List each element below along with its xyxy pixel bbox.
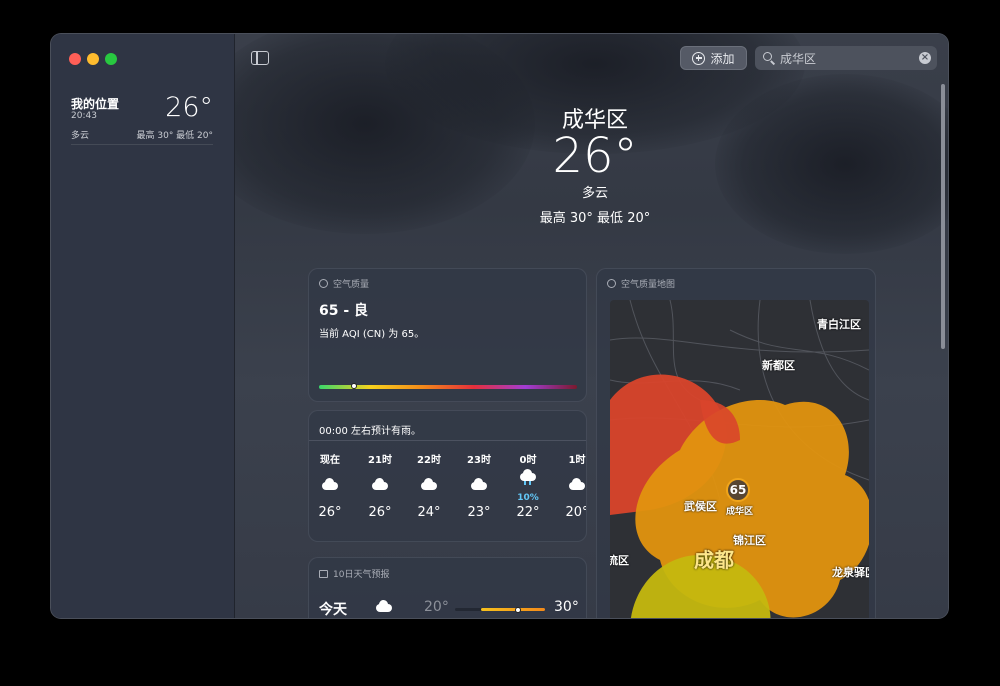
cloud-icon xyxy=(376,600,392,612)
rain-moon-icon xyxy=(520,469,536,481)
hour-item: 23时 23° xyxy=(459,451,499,520)
hour-label: 23时 xyxy=(467,455,491,466)
hour-label: 21时 xyxy=(368,455,392,466)
hour-label: 1时 xyxy=(568,455,586,466)
main-content: 添加 成华区 × 成华区 26° 多云 最高 30° 最低 20° 空气质量 6… xyxy=(235,34,948,618)
map-icon xyxy=(607,279,616,288)
current-condition: 多云 xyxy=(581,186,608,201)
cloud-icon xyxy=(322,478,338,490)
map-label-chengdu: 成都 xyxy=(694,548,734,572)
sidebar: 我的位置 20:43 26° 多云 最高 30° 最低 20° xyxy=(51,34,235,618)
hour-label: 22时 xyxy=(417,455,441,466)
cloud-icon xyxy=(421,478,437,490)
aqi-map-pin[interactable]: 65 xyxy=(726,478,750,502)
hour-item: 1时 20° xyxy=(557,451,587,520)
aqi-value: 65 - 良 xyxy=(319,303,369,319)
add-button[interactable]: 添加 xyxy=(680,46,747,70)
search-icon xyxy=(763,52,772,61)
rain-probability: 10% xyxy=(517,493,539,503)
hourly-note: 00:00 左右预计有雨。 xyxy=(319,426,421,437)
temperature-range-fill xyxy=(481,608,545,611)
map-label-xindu: 新都区 xyxy=(762,359,795,372)
current-weather: 成华区 26° 多云 最高 30° 最低 20° xyxy=(435,102,755,226)
air-quality-map[interactable]: 青白江区 新都区 武侯区 65 成华区 锦江区 双流区 成都 龙泉驿区 xyxy=(610,300,869,618)
location-condition: 多云 xyxy=(71,131,90,141)
minimize-button[interactable] xyxy=(87,53,99,65)
hourly-forecast-card[interactable]: 00:00 左右预计有雨。 现在 26° 21时 26° 22时 24° 23时… xyxy=(308,410,587,542)
cloud-icon xyxy=(471,478,487,490)
hour-item: 现在 26° xyxy=(310,451,350,520)
air-quality-icon xyxy=(319,279,328,288)
calendar-icon xyxy=(319,569,328,578)
location-hilo: 最高 30° 最低 20° xyxy=(136,131,214,141)
current-temp: 26° xyxy=(552,128,638,184)
forecast-title: 10日天气预报 xyxy=(333,570,390,580)
rain-drop xyxy=(524,481,526,485)
location-name: 我的位置 xyxy=(71,97,120,111)
plus-circle-icon xyxy=(692,51,706,65)
map-canvas xyxy=(610,300,869,618)
ten-day-forecast-card[interactable]: 10日天气预报 今天 20° 30° xyxy=(308,557,587,618)
maximize-button[interactable] xyxy=(105,53,117,65)
divider xyxy=(309,440,586,441)
air-quality-title: 空气质量 xyxy=(333,280,370,290)
location-card-my-location[interactable]: 我的位置 20:43 26° 多云 最高 30° 最低 20° xyxy=(71,92,213,145)
add-button-label: 添加 xyxy=(710,51,735,66)
hour-label: 现在 xyxy=(320,455,340,466)
hour-temp: 20° xyxy=(565,505,587,520)
cloud-icon xyxy=(569,478,585,490)
temperature-range-bar xyxy=(455,606,545,613)
forecast-high: 30° xyxy=(554,599,579,615)
search-field[interactable]: 成华区 × xyxy=(755,46,937,70)
hour-temp: 24° xyxy=(417,505,441,520)
aqi-scale-bar xyxy=(319,383,577,389)
location-time: 20:43 xyxy=(71,111,97,121)
forecast-day: 今天 xyxy=(319,602,347,618)
scrollbar[interactable] xyxy=(941,84,945,349)
rain-drop xyxy=(529,481,531,485)
hour-temp: 26° xyxy=(318,505,342,520)
hour-label: 0时 xyxy=(519,455,537,466)
hour-item: 21时 26° xyxy=(360,451,400,520)
forecast-icon-wrap xyxy=(372,598,412,618)
clear-icon[interactable]: × xyxy=(919,52,931,64)
map-label-wuhou: 武侯区 xyxy=(684,500,717,513)
map-label-longquanyi: 龙泉驿区 xyxy=(832,566,869,579)
map-title: 空气质量地图 xyxy=(621,280,676,290)
map-label-shuangliu: 双流区 xyxy=(610,554,629,567)
hour-temp: 26° xyxy=(368,505,392,520)
close-button[interactable] xyxy=(69,53,81,65)
aqi-indicator xyxy=(350,383,357,389)
search-input[interactable]: 成华区 xyxy=(780,50,816,67)
hour-item: 0时 10% 22° xyxy=(508,451,548,520)
current-hilo: 最高 30° 最低 20° xyxy=(539,211,651,226)
aqi-description: 当前 AQI (CN) 为 65。 xyxy=(319,329,425,340)
hour-temp: 22° xyxy=(516,505,540,520)
location-temp: 26° xyxy=(165,92,213,123)
map-label-jinjiang: 锦江区 xyxy=(733,534,766,547)
map-title-row: 空气质量地图 xyxy=(607,277,675,290)
map-label-qingbaijiang: 青白江区 xyxy=(817,318,861,331)
hour-temp: 23° xyxy=(467,505,491,520)
sidebar-toggle-icon[interactable] xyxy=(251,51,269,65)
hour-item: 22时 24° xyxy=(409,451,449,520)
cloud-icon xyxy=(372,478,388,490)
forecast-low: 20° xyxy=(424,599,449,615)
air-quality-title-row: 空气质量 xyxy=(319,277,369,290)
current-temp-indicator xyxy=(515,606,521,613)
weather-window: 我的位置 20:43 26° 多云 最高 30° 最低 20° 添加 成华区 ×… xyxy=(51,34,948,618)
forecast-title-row: 10日天气预报 xyxy=(319,567,389,580)
air-quality-map-card[interactable]: 空气质量地图 青白江区 新都区 武侯区 65 成华区 锦江区 流区 成都 龙泉驿 xyxy=(596,268,876,618)
map-label-chenghua: 成华区 xyxy=(726,507,754,517)
air-quality-card[interactable]: 空气质量 65 - 良 当前 AQI (CN) 为 65。 xyxy=(308,268,587,402)
